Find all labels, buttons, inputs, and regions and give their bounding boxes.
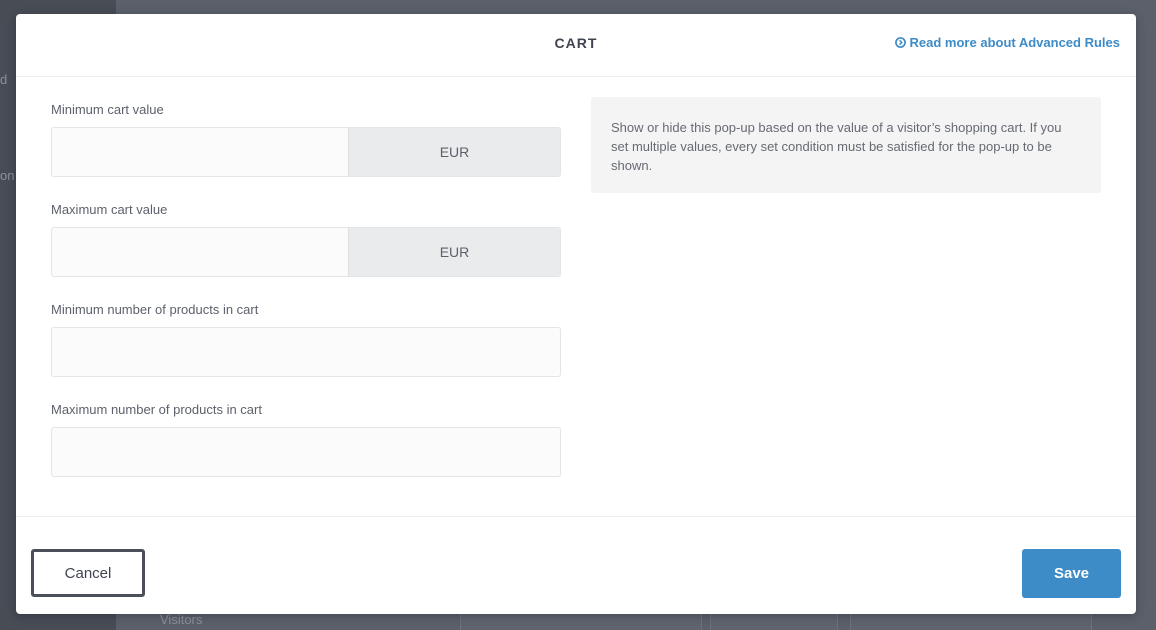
min-cart-currency-addon: EUR <box>348 128 560 176</box>
max-cart-value-input[interactable] <box>52 228 348 276</box>
cart-rule-info-box: Show or hide this pop-up based on the va… <box>591 97 1101 193</box>
arrow-right-circle-icon <box>894 37 906 48</box>
min-products-group <box>51 327 561 377</box>
modal-header: CART Read more about Advanced Rules <box>16 14 1136 77</box>
min-products-label: Minimum number of products in cart <box>51 302 259 317</box>
cart-rule-modal: CART Read more about Advanced Rules Mini… <box>16 14 1136 614</box>
max-products-input[interactable] <box>52 428 560 476</box>
cancel-button[interactable]: Cancel <box>31 549 145 597</box>
background-sidebar-fragment: d <box>0 72 8 87</box>
max-products-group <box>51 427 561 477</box>
min-cart-value-label: Minimum cart value <box>51 102 164 117</box>
read-more-link[interactable]: Read more about Advanced Rules <box>894 35 1120 50</box>
max-cart-value-label: Maximum cart value <box>51 202 168 217</box>
modal-footer: Cancel Save <box>16 516 1136 615</box>
save-button[interactable]: Save <box>1022 549 1121 598</box>
max-cart-currency-addon: EUR <box>348 228 560 276</box>
min-cart-value-group: EUR <box>51 127 561 177</box>
read-more-label[interactable]: Read more about Advanced Rules <box>910 35 1120 50</box>
background-sidebar-fragment: on <box>0 168 15 183</box>
max-products-label: Maximum number of products in cart <box>51 402 262 417</box>
min-products-input[interactable] <box>52 328 560 376</box>
max-cart-value-group: EUR <box>51 227 561 277</box>
modal-body: Minimum cart value EUR Maximum cart valu… <box>16 77 1136 517</box>
min-cart-value-input[interactable] <box>52 128 348 176</box>
